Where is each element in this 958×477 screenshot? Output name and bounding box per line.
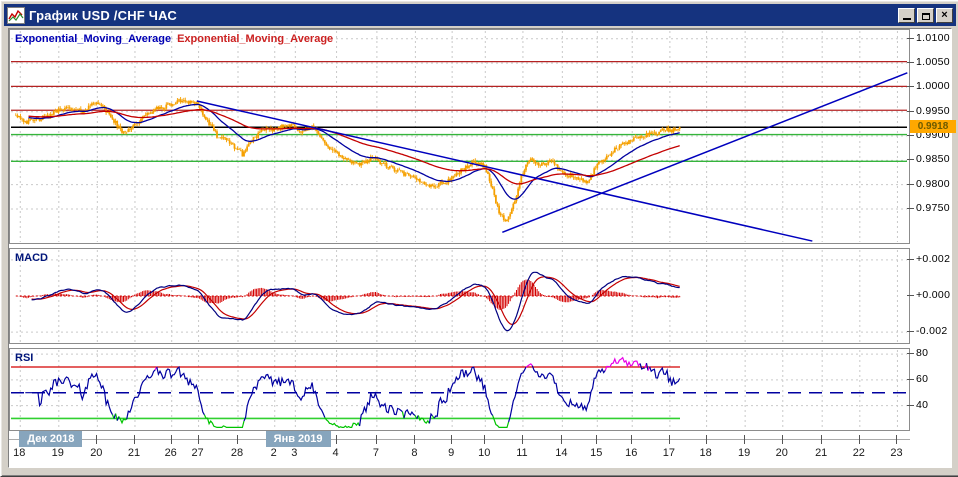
time-tick [336, 435, 337, 444]
macd-label: MACD [15, 252, 48, 264]
time-tick [596, 435, 597, 444]
price-chart-canvas[interactable] [10, 30, 909, 243]
minimize-icon [903, 18, 911, 20]
date-label: 3 [281, 447, 307, 459]
scale-tick [907, 259, 914, 260]
scale-tick [907, 405, 914, 406]
rsi-canvas[interactable] [10, 349, 909, 430]
month-badge-jan: Янв 2019 [266, 431, 331, 447]
time-tick [96, 435, 97, 444]
minimize-button[interactable] [898, 8, 915, 23]
close-button[interactable]: × [936, 8, 953, 23]
scale-tick [907, 62, 914, 63]
scale-tick [907, 379, 914, 380]
date-label: 26 [158, 447, 184, 459]
price-tick-label: 0.9750 [916, 202, 956, 214]
time-tick [484, 435, 485, 444]
date-label: 11 [509, 447, 535, 459]
rsi-label: RSI [15, 352, 33, 364]
price-tick-label: 1.0050 [916, 56, 956, 68]
date-label: 19 [45, 447, 71, 459]
scale-tick [907, 38, 914, 39]
macd-tick-label: -0.002 [916, 325, 956, 337]
maximize-button[interactable] [917, 8, 934, 23]
date-label: 27 [185, 447, 211, 459]
legend-ema-blue: Exponential_Moving_Average [15, 33, 171, 45]
date-label: 10 [471, 447, 497, 459]
time-tick [522, 435, 523, 444]
date-label: 8 [401, 447, 427, 459]
scale-tick [907, 208, 914, 209]
window-title: График USD /CHF ЧАС [29, 8, 177, 23]
time-axis-line [9, 439, 910, 440]
rsi-tick-label: 60 [916, 373, 956, 385]
time-tick [171, 435, 172, 444]
time-tick [376, 435, 377, 444]
macd-tick-label: +0.002 [916, 253, 956, 265]
price-tick-label: 0.9850 [916, 153, 956, 165]
date-label: 16 [618, 447, 644, 459]
price-tick-label: 1.0000 [916, 80, 956, 92]
time-tick [896, 435, 897, 444]
time-tick [451, 435, 452, 444]
month-badge-dec: Дек 2018 [19, 431, 82, 447]
scale-tick [907, 184, 914, 185]
chart-window-icon [7, 7, 25, 24]
date-label: 23 [883, 447, 909, 459]
time-tick [821, 435, 822, 444]
date-label: 17 [656, 447, 682, 459]
time-tick [669, 435, 670, 444]
time-axis[interactable]: Дек 2018 Янв 2019 18 19 20 21 2627 28 23 4 789 10… [9, 431, 910, 465]
close-icon: × [941, 9, 947, 22]
time-tick [782, 435, 783, 444]
price-chart-panel[interactable] [9, 29, 910, 244]
date-label: 15 [583, 447, 609, 459]
macd-panel[interactable]: MACD [9, 248, 910, 344]
date-label: 20 [83, 447, 109, 459]
scale-tick [907, 86, 914, 87]
date-label: 9 [438, 447, 464, 459]
time-tick [744, 435, 745, 444]
scale-tick [907, 135, 914, 136]
price-tick-label: 0.9800 [916, 178, 956, 190]
scale-tick [907, 295, 914, 296]
macd-canvas[interactable] [10, 249, 909, 343]
time-tick [561, 435, 562, 444]
scale-tick [907, 353, 914, 354]
time-tick [631, 435, 632, 444]
legend-ema-red: Exponential_Moving_Average [177, 33, 333, 45]
last-price-badge: 0.9918 [910, 120, 956, 133]
date-label: 18 [6, 447, 32, 459]
date-label: 18 [693, 447, 719, 459]
date-label: 28 [224, 447, 250, 459]
scale-tick [907, 159, 914, 160]
maximize-icon [922, 13, 930, 20]
time-tick [198, 435, 199, 444]
macd-tick-label: +0.000 [916, 289, 956, 301]
rsi-tick-label: 40 [916, 399, 956, 411]
scale-tick [907, 331, 914, 332]
rsi-panel[interactable]: RSI [9, 348, 910, 431]
time-tick [859, 435, 860, 444]
price-tick-label: 1.0100 [916, 32, 956, 44]
date-label: 21 [808, 447, 834, 459]
date-label: 19 [731, 447, 757, 459]
scale-tick [907, 111, 914, 112]
date-label: 22 [846, 447, 872, 459]
time-tick [237, 435, 238, 444]
date-label: 20 [769, 447, 795, 459]
date-label: 21 [121, 447, 147, 459]
price-tick-label: 0.9950 [916, 105, 956, 117]
indicator-legend: Exponential_Moving_Average Exponential_Mo… [15, 33, 339, 45]
rsi-tick-label: 80 [916, 347, 956, 359]
app-window: График USD /CHF ЧАС × Exponential_Moving… [0, 0, 958, 477]
time-tick [134, 435, 135, 444]
chart-area: Exponential_Moving_Average Exponential_Mo… [8, 28, 952, 468]
time-tick [706, 435, 707, 444]
time-tick [414, 435, 415, 444]
date-label: 4 [323, 447, 349, 459]
date-label: 7 [363, 447, 389, 459]
date-label: 14 [548, 447, 574, 459]
title-bar[interactable]: График USD /CHF ЧАС × [4, 4, 956, 26]
